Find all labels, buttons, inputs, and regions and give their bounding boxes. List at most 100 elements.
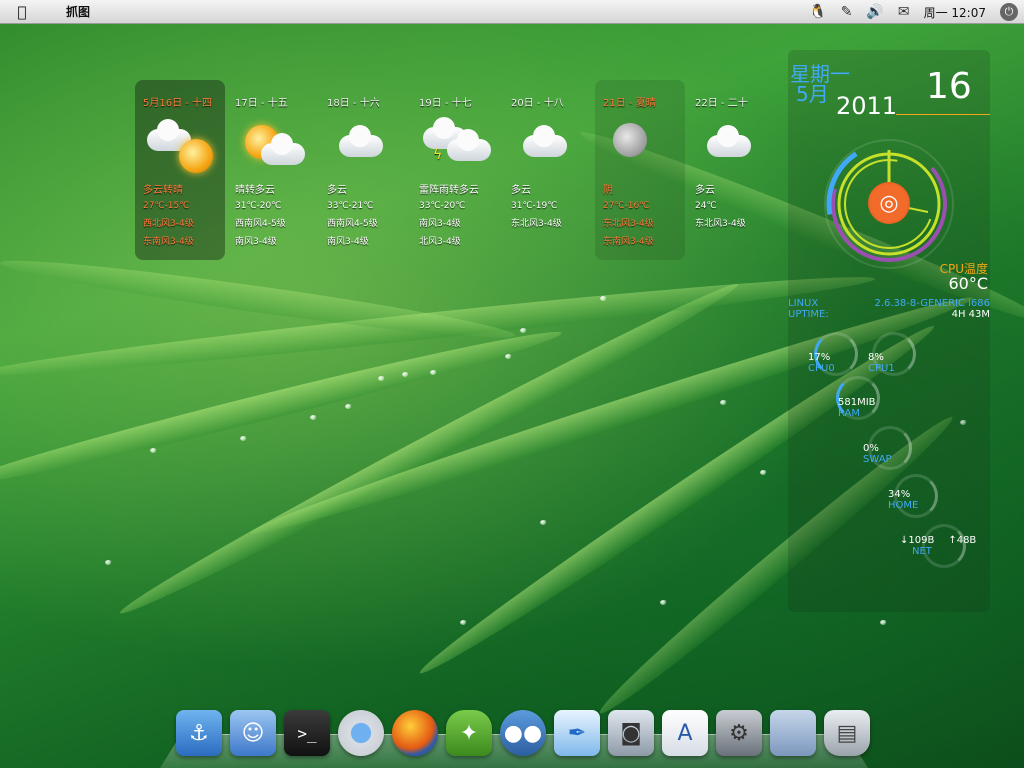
forecast-date: 5月16日 - 十四 <box>143 98 213 109</box>
cloudy-icon <box>327 121 397 171</box>
forecast-date: 20日 - 十八 <box>511 98 564 109</box>
forecast-wind: 西南风4-5级 <box>235 219 286 229</box>
forecast-wind: 南风3-4级 <box>327 237 369 247</box>
forecast-day: 17日 - 十五 晴转多云 31℃-20℃ 西南风4-5级 南风3-4级 <box>227 80 317 260</box>
home-value: 34% <box>888 489 911 500</box>
feather-icon[interactable]: ✒ <box>554 710 600 756</box>
thunderstorm-icon: ϟ <box>419 117 491 171</box>
os-label: LINUX <box>788 298 819 309</box>
cloudy-icon <box>695 121 765 171</box>
forecast-temp: 31℃-19℃ <box>511 201 558 211</box>
forecast-desc: 雷阵雨转多云 <box>419 185 479 196</box>
forecast-desc: 晴转多云 <box>235 185 275 196</box>
text-editor-icon[interactable]: A <box>662 710 708 756</box>
trash-icon[interactable]: ▤ <box>824 710 870 756</box>
forecast-wind: 东北风3-4级 <box>603 219 654 229</box>
ubuntu-logo-icon: ◎ <box>868 182 910 224</box>
forecast-desc: 阴 <box>603 185 613 196</box>
home-meter: 34% HOME <box>888 489 918 511</box>
finder-icon[interactable]: ☺ <box>230 710 276 756</box>
volume-icon[interactable]: 🔊 <box>866 4 883 20</box>
net-up: ↑48B <box>948 535 977 546</box>
qq-icon[interactable]: 🐧 <box>809 4 826 20</box>
net-down: ↓109B <box>900 535 935 546</box>
clock[interactable]: 周一 12:07 <box>924 4 986 21</box>
cpu0-label: CPU0 <box>808 363 835 374</box>
forecast-day: 21日 - 夏晴 阴 27℃-16℃ 东北风3-4级 东南风3-4级 <box>595 80 685 260</box>
power-icon[interactable]: ⏻ <box>1000 3 1018 21</box>
swap-value: 0% <box>863 443 879 454</box>
sunny-cloudy-icon <box>235 121 305 171</box>
swap-label: SWAP <box>863 454 892 465</box>
mail-icon[interactable]: ✉ <box>898 4 910 20</box>
weekday: 星期一 <box>790 62 850 86</box>
anchor-icon[interactable]: ⚓ <box>176 710 222 756</box>
app-title[interactable]: 抓图 <box>66 3 90 20</box>
forecast-wind: 南风3-4级 <box>419 219 461 229</box>
pidgin-icon[interactable]: ✦ <box>446 710 492 756</box>
forecast-temp: 33℃-20℃ <box>419 201 466 211</box>
forecast-day: 18日 - 十六 多云 33℃-21℃ 西南风4-5级 南风3-4级 <box>319 80 409 260</box>
home-label: HOME <box>888 500 919 511</box>
cpu0-value: 17% <box>808 352 831 363</box>
cloudy-icon <box>511 121 581 171</box>
partly-sunny-icon <box>143 119 213 173</box>
dock: ⚓ ☺ >_ ✦ ●● ✒ ◙ A ⚙ ▤ <box>160 708 870 768</box>
forecast-date: 19日 - 十七 <box>419 98 472 109</box>
forecast-day: 22日 - 二十 多云 24℃ 东北风3-4级 <box>687 80 777 260</box>
system-monitor-panel: 星期一 5月 2011 16 ◎ CPU温度 60°C LINUX 2.6.38… <box>788 50 990 612</box>
ram-meter: 581MIB RAM <box>838 397 876 419</box>
forecast-desc: 多云 <box>511 185 531 196</box>
forecast-temp: 31℃-20℃ <box>235 201 282 211</box>
forecast-wind: 东南风3-4级 <box>143 237 194 247</box>
ram-value: 581MIB <box>838 397 876 408</box>
cpu1-meter: 8% CPU1 <box>868 352 895 374</box>
day-number: 16 <box>926 66 972 107</box>
forecast-wind: 东北风3-4级 <box>511 219 562 229</box>
weather-widget: 5月16日 - 十四 多云转晴 27℃-15℃ 西北风3-4级 东南风3-4级 … <box>130 80 780 260</box>
forecast-date: 18日 - 十六 <box>327 98 380 109</box>
firefox-icon[interactable] <box>392 710 438 756</box>
apple-menu-icon[interactable]:  <box>0 3 44 21</box>
ram-label: RAM <box>838 408 861 419</box>
cpu0-meter: 17% CPU0 <box>808 352 835 374</box>
net-meter: ↓109B ↑48B NET <box>900 535 990 557</box>
cpu-temp-value: 60°C <box>948 274 988 293</box>
people-icon[interactable]: ●● <box>500 710 546 756</box>
forecast-desc: 多云转晴 <box>143 185 183 196</box>
folder-icon[interactable] <box>770 710 816 756</box>
dock-items: ⚓ ☺ >_ ✦ ●● ✒ ◙ A ⚙ ▤ <box>176 710 870 756</box>
terminal-icon[interactable]: >_ <box>284 710 330 756</box>
net-label: NET <box>912 546 932 557</box>
uptime-value: 4H 43M <box>951 309 990 320</box>
forecast-day: 20日 - 十八 多云 31℃-19℃ 东北风3-4级 <box>503 80 593 260</box>
uptime-label: UPTIME: <box>788 309 829 320</box>
forecast-wind: 东南风3-4级 <box>603 237 654 247</box>
date-divider <box>896 114 990 115</box>
forecast-day: 19日 - 十七 ϟ 雷阵雨转多云 33℃-20℃ 南风3-4级 北风3-4级 <box>411 80 501 260</box>
forecast-wind: 西南风4-5级 <box>327 219 378 229</box>
forecast-date: 22日 - 二十 <box>695 98 748 109</box>
forecast-desc: 多云 <box>327 185 347 196</box>
system-info: LINUX 2.6.38-8-GENERIC i686 UPTIME: 4H 4… <box>788 298 990 320</box>
pen-tool-icon[interactable]: ✎ <box>841 4 853 20</box>
cpu1-label: CPU1 <box>868 363 895 374</box>
cpu1-value: 8% <box>868 352 884 363</box>
camera-icon[interactable]: ◙ <box>608 710 654 756</box>
forecast-wind: 西北风3-4级 <box>143 219 194 229</box>
forecast-desc: 多云 <box>695 185 715 196</box>
forecast-date: 17日 - 十五 <box>235 98 288 109</box>
top-menu-bar:  抓图 🐧 ✎ 🔊 ✉ 周一 12:07 ⏻ <box>0 0 1024 24</box>
moon-icon <box>603 121 673 171</box>
forecast-day: 5月16日 - 十四 多云转晴 27℃-15℃ 西北风3-4级 东南风3-4级 <box>135 80 225 260</box>
forecast-wind: 南风3-4级 <box>235 237 277 247</box>
system-settings-icon[interactable]: ⚙ <box>716 710 762 756</box>
chrome-icon[interactable] <box>338 710 384 756</box>
forecast-temp: 27℃-16℃ <box>603 201 650 211</box>
forecast-wind: 东北风3-4级 <box>695 219 746 229</box>
kernel-version: 2.6.38-8-GENERIC i686 <box>874 298 990 309</box>
system-tray: 🐧 ✎ 🔊 ✉ 周一 12:07 ⏻ <box>809 0 1018 24</box>
forecast-temp: 24℃ <box>695 201 717 211</box>
forecast-wind: 北风3-4级 <box>419 237 461 247</box>
forecast-temp: 27℃-15℃ <box>143 201 190 211</box>
